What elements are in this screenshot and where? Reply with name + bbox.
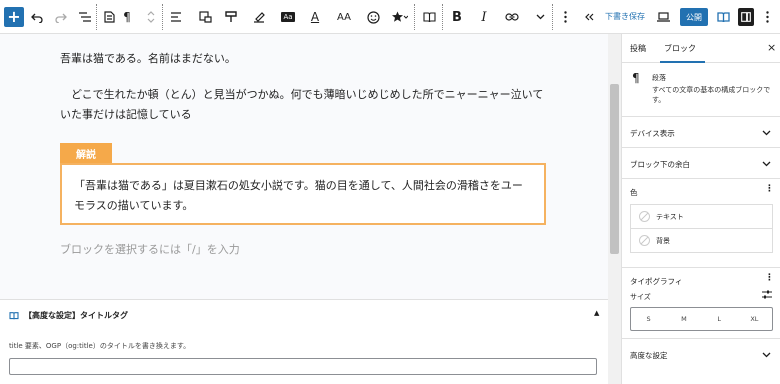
block-description: すべての文章の基本の構成ブロックです。 bbox=[652, 86, 771, 104]
aa-box-label: Aa bbox=[281, 12, 295, 22]
panel-device-visibility[interactable]: デバイス表示 bbox=[622, 117, 780, 148]
background-color-label: 背景 bbox=[656, 236, 670, 245]
redo-icon[interactable] bbox=[52, 5, 70, 29]
panel-title: 色 bbox=[630, 188, 638, 197]
size-label: サイズ bbox=[630, 293, 651, 301]
meta-box-title: 【高度な設定】タイトルタグ bbox=[24, 311, 128, 320]
options-menu-icon[interactable] bbox=[762, 5, 772, 29]
panel-title: タイポグラフィ bbox=[630, 277, 683, 286]
panel-title: ブロック下の余白 bbox=[630, 160, 690, 169]
block-type-icon[interactable] bbox=[100, 5, 118, 29]
text-color-label: テキスト bbox=[656, 212, 684, 221]
panel-title: デバイス表示 bbox=[630, 129, 675, 138]
font-size-toggle-group: S M L XL bbox=[630, 307, 773, 331]
format-brush-icon[interactable] bbox=[222, 5, 240, 29]
move-updown-icon[interactable] bbox=[144, 5, 158, 29]
chevron-down-icon bbox=[762, 130, 771, 136]
color-swatch-icon bbox=[639, 211, 650, 222]
sidebar-tabs: 投稿 ブロック × bbox=[622, 34, 780, 63]
meta-box-description: title 要素、OGP（og:title）のタイトルを書き換えます。 bbox=[9, 342, 191, 350]
close-icon[interactable]: × bbox=[767, 41, 776, 54]
tab-block[interactable]: ブロック bbox=[664, 43, 696, 54]
meta-box-title-tag: 【高度な設定】タイトルタグ ▲ title 要素、OGP（og:title）のタ… bbox=[0, 299, 608, 384]
save-draft-button[interactable]: 下書き保存 bbox=[605, 11, 645, 22]
color-swatch-icon bbox=[639, 235, 650, 246]
tab-post[interactable]: 投稿 bbox=[630, 43, 646, 54]
panel-advanced[interactable]: 高度な設定 bbox=[622, 339, 780, 370]
note-text[interactable]: 「吾輩は猫である」は夏目漱石の処女小説です。猫の目を通して、人間社会の滑稽さをユ… bbox=[74, 179, 523, 212]
paragraph-block[interactable]: どこで生れたか頓（とん）と見当がつかぬ。何でも薄暗いじめじめした所でニャーニャー… bbox=[60, 85, 550, 125]
add-block-button[interactable]: + bbox=[4, 7, 24, 27]
preview-device-icon[interactable] bbox=[654, 5, 672, 29]
list-view-icon[interactable] bbox=[76, 5, 94, 29]
editor-toolbar: + ¶ Aa A AA B I 下書き保存 公開 bbox=[0, 0, 780, 34]
meta-box-header[interactable]: 【高度な設定】タイトルタグ bbox=[9, 310, 128, 321]
paragraph-icon[interactable]: ¶ bbox=[120, 5, 134, 29]
book-icon bbox=[9, 311, 19, 319]
collapse-caret-icon[interactable]: ▲ bbox=[594, 309, 599, 317]
note-label: 解説 bbox=[60, 143, 112, 163]
panel-color: 色 ⋮ テキスト 背景 bbox=[622, 179, 780, 268]
paragraph-icon: ¶ bbox=[632, 71, 640, 85]
background-color-item[interactable]: 背景 bbox=[630, 228, 773, 253]
editor-canvas[interactable]: 吾輩は猫である。名前はまだない。 どこで生れたか頓（とん）と見当がつかぬ。何でも… bbox=[0, 34, 608, 299]
font-size-icon[interactable]: AA bbox=[334, 5, 354, 29]
more-formats-chevron-icon[interactable] bbox=[532, 5, 548, 29]
size-option-l[interactable]: L bbox=[702, 308, 737, 330]
publish-button[interactable]: 公開 bbox=[680, 8, 708, 26]
typography-options-icon[interactable]: ⋮ bbox=[765, 273, 774, 283]
size-option-xl[interactable]: XL bbox=[737, 308, 772, 330]
size-option-m[interactable]: M bbox=[666, 308, 701, 330]
settings-sidebar-toggle[interactable] bbox=[738, 8, 754, 26]
size-option-s[interactable]: S bbox=[631, 308, 666, 330]
text-color-label: A bbox=[310, 10, 320, 24]
paragraph-block[interactable]: 吾輩は猫である。名前はまだない。 bbox=[60, 49, 236, 69]
text-color-icon[interactable]: A bbox=[306, 5, 324, 29]
title-tag-input[interactable] bbox=[9, 358, 597, 375]
block-appender-placeholder[interactable]: ブロックを選択するには「/」を入力 bbox=[60, 241, 240, 257]
book-icon[interactable] bbox=[420, 5, 438, 29]
text-color-item[interactable]: テキスト bbox=[630, 204, 773, 229]
font-size-label: AA bbox=[337, 11, 351, 23]
bold-button[interactable]: B bbox=[448, 5, 466, 29]
media-text-icon[interactable] bbox=[196, 5, 214, 29]
highlighter-icon[interactable] bbox=[250, 5, 268, 29]
block-card: ¶ 段落 すべての文章の基本の構成ブロックです。 bbox=[622, 63, 780, 117]
italic-button[interactable]: I bbox=[476, 5, 492, 29]
link-icon[interactable] bbox=[502, 5, 522, 29]
block-options-icon[interactable] bbox=[560, 5, 570, 29]
panel-title: 高度な設定 bbox=[630, 351, 668, 360]
inline-code-icon[interactable]: Aa bbox=[278, 5, 298, 29]
color-options-icon[interactable]: ⋮ bbox=[765, 184, 774, 194]
editor-scrollbar-thumb[interactable] bbox=[610, 84, 619, 254]
chevron-down-icon bbox=[762, 161, 771, 167]
plugin-book-icon[interactable] bbox=[714, 5, 732, 29]
custom-size-icon[interactable] bbox=[762, 290, 772, 299]
undo-icon[interactable] bbox=[28, 5, 46, 29]
chevron-down-icon bbox=[762, 352, 771, 358]
note-box-block[interactable]: 「吾輩は猫である」は夏目漱石の処女小説です。猫の目を通して、人間社会の滑稽さをユ… bbox=[60, 163, 546, 225]
panel-bottom-margin[interactable]: ブロック下の余白 bbox=[622, 148, 780, 179]
settings-sidebar: 投稿 ブロック × ¶ 段落 すべての文章の基本の構成ブロックです。 デバイス表… bbox=[621, 34, 780, 384]
align-icon[interactable] bbox=[168, 5, 186, 29]
emoji-icon[interactable] bbox=[364, 5, 382, 29]
block-name: 段落 bbox=[652, 74, 666, 82]
collapse-toolbar-icon[interactable] bbox=[582, 5, 596, 29]
star-dropdown-icon[interactable] bbox=[390, 5, 410, 29]
